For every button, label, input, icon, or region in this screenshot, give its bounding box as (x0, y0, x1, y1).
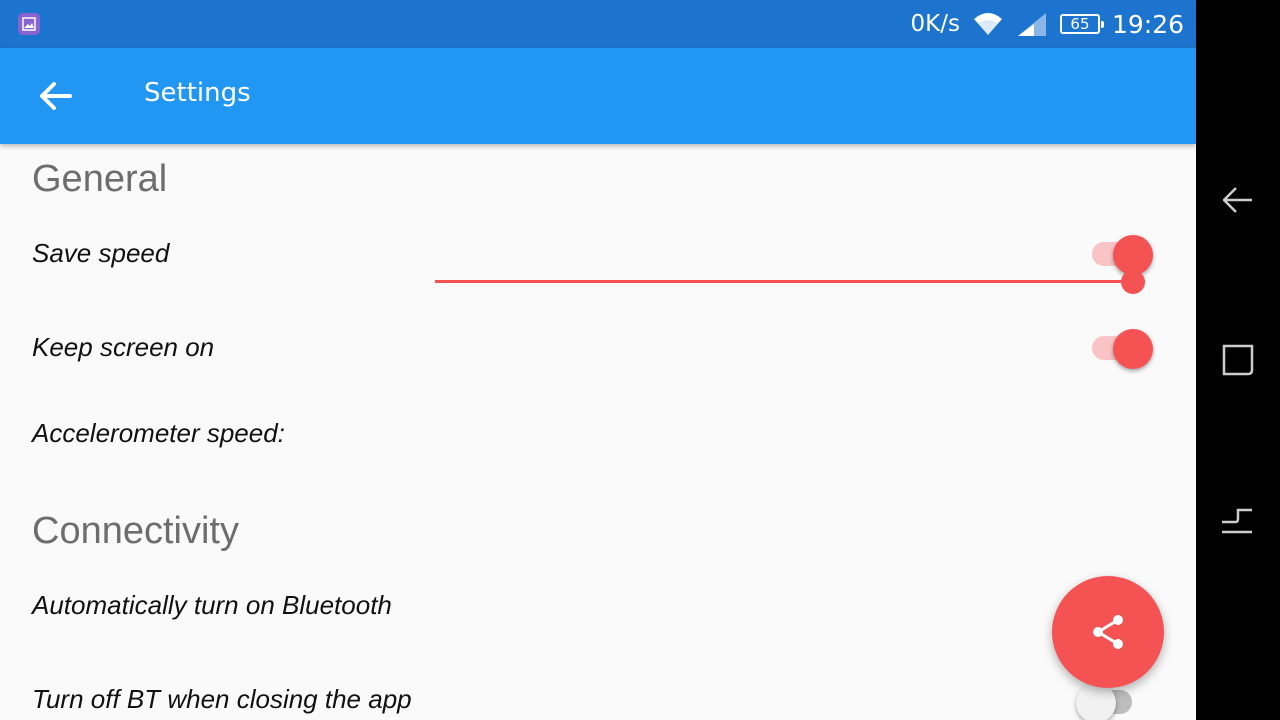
system-nav-bar (1196, 0, 1280, 720)
gallery-icon (18, 13, 40, 35)
arrow-back-icon (40, 82, 72, 110)
nav-back-button[interactable] (1216, 178, 1260, 222)
share-icon (1093, 615, 1123, 649)
nav-menu-button[interactable] (1216, 498, 1260, 542)
nav-recents-icon (1222, 344, 1254, 376)
network-speed: 0K/s (910, 11, 960, 37)
battery-icon: 65 (1059, 14, 1104, 34)
nav-back-icon (1222, 187, 1252, 213)
section-header-general: General (32, 158, 168, 200)
auto-bluetooth-label: Automatically turn on Bluetooth (32, 590, 392, 620)
section-header-connectivity: Connectivity (32, 510, 239, 552)
save-speed-label: Save speed (32, 238, 170, 268)
turn-off-bt-label: Turn off BT when closing the app (32, 684, 412, 714)
keep-screen-on-label: Keep screen on (32, 332, 215, 362)
share-button[interactable] (1052, 576, 1164, 688)
page-title: Settings (144, 78, 251, 108)
nav-menu-icon (1222, 508, 1252, 534)
screen: 0K/s 65 19:26 Settings General Save spee… (0, 0, 1196, 720)
cell-signal-icon (1017, 13, 1046, 36)
keep-screen-on-switch[interactable] (1088, 324, 1158, 369)
settings-list: General Save speed Keep screen on Accele… (0, 144, 1196, 720)
slider-thumb[interactable] (1121, 270, 1145, 294)
back-button[interactable] (30, 74, 80, 118)
battery-level: 65 (1070, 15, 1090, 33)
clock: 19:26 (1111, 9, 1184, 39)
switch-thumb (1113, 329, 1153, 369)
accelerometer-speed-slider[interactable] (435, 268, 1145, 298)
wifi-icon (973, 13, 1002, 35)
app-bar: Settings (0, 48, 1196, 144)
status-bar: 0K/s 65 19:26 (0, 0, 1196, 48)
switch-thumb (1076, 683, 1116, 720)
status-indicators: 0K/s 65 19:26 (911, 0, 1185, 48)
slider-track (435, 280, 1145, 283)
accelerometer-speed-label: Accelerometer speed: (32, 418, 285, 448)
nav-recents-button[interactable] (1216, 338, 1260, 382)
